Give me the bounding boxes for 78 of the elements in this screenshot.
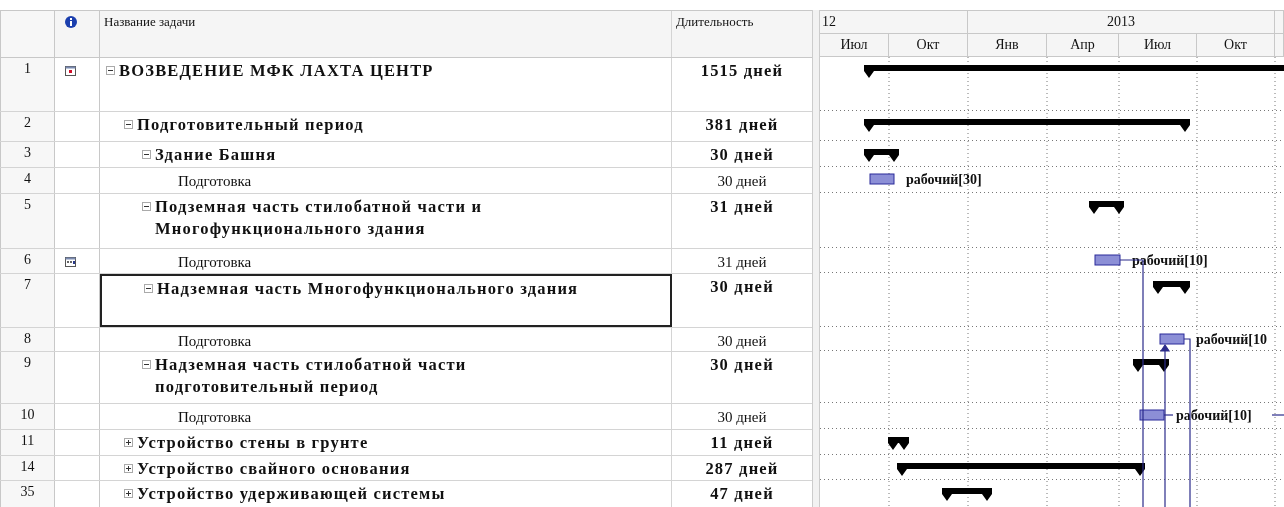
info-icon [65, 16, 77, 28]
year-label: 2013 [1107, 14, 1135, 29]
duration-value: 287 дней [705, 458, 779, 480]
row-number: 3 [24, 145, 31, 162]
year-label: 12 [821, 14, 836, 29]
duration-value: 30 дней [710, 354, 774, 376]
summary-bar[interactable] [864, 119, 1190, 132]
selected-cell[interactable]: Надземная часть Многофункционального здания [100, 274, 672, 327]
resource-label: рабочий[10 [1196, 332, 1267, 347]
task-name: Устройство удерживающей системы [137, 483, 446, 505]
row-number: 11 [20, 433, 35, 450]
summary-bar[interactable] [1153, 281, 1190, 294]
row-number: 14 [20, 459, 35, 476]
column-header[interactable]: Название задачи [104, 14, 196, 29]
resource-label: рабочий[10] [1176, 408, 1252, 423]
expand-icon[interactable] [124, 489, 133, 498]
summary-bar[interactable] [1089, 201, 1124, 214]
task-name: Здание Башня [155, 144, 277, 166]
resource-label: рабочий[10] [1132, 253, 1208, 268]
duration-value: 30 дней [717, 332, 767, 351]
task-name: Подготовка [178, 253, 252, 272]
month-label: Июл [1143, 37, 1172, 52]
task-name: Устройство свайного основания [137, 458, 411, 480]
summary-bar[interactable] [864, 65, 1284, 78]
task-name: Подготовка [178, 332, 252, 351]
summary-bar[interactable] [897, 463, 1145, 476]
duration-value: 11 дней [710, 432, 774, 454]
summary-bar[interactable] [864, 149, 899, 162]
expand-icon[interactable] [124, 438, 133, 447]
duration-value: 30 дней [710, 276, 774, 298]
collapse-icon[interactable] [142, 360, 151, 369]
task-bar[interactable] [1139, 409, 1165, 421]
duration-value: 31 дней [717, 253, 767, 272]
task-name: Подготовка [178, 172, 252, 191]
row-number: 35 [20, 484, 35, 501]
collapse-icon[interactable] [142, 150, 151, 159]
duration-value: 30 дней [710, 144, 774, 166]
row-number: 7 [24, 277, 31, 294]
window-icon [65, 66, 76, 76]
row-number: 1 [24, 61, 31, 78]
duration-value: 47 дней [710, 483, 774, 505]
duration-value: 30 дней [717, 172, 767, 191]
duration-value: 30 дней [717, 408, 767, 427]
month-label: Окт [916, 37, 940, 52]
link-line [1271, 414, 1284, 416]
row-number: 10 [20, 407, 35, 424]
duration-value: 381 дней [705, 114, 779, 136]
month-label: Июл [840, 37, 868, 52]
task-name: Устройство стены в грунте [137, 432, 369, 454]
row-number: 9 [24, 355, 31, 372]
task-name: Подготовительный период [137, 114, 364, 136]
task-name: ВОЗВЕДЕНИЕ МФК ЛАХТА ЦЕНТР [119, 60, 434, 82]
task-name: Подготовка [178, 408, 252, 427]
expand-icon[interactable] [124, 464, 133, 473]
collapse-icon[interactable] [142, 202, 151, 211]
summary-bar[interactable] [1133, 359, 1169, 372]
duration-value: 1515 дней [700, 60, 784, 82]
link-line [1163, 414, 1174, 416]
task-name: Подземная часть стилобатной части и Многофункционального здания [155, 196, 484, 240]
row-number: 6 [24, 252, 31, 269]
summary-bar[interactable] [942, 488, 992, 501]
task-name: Надземная часть стилобатной части подготовительный период [155, 354, 468, 398]
month-label: Апр [1070, 37, 1095, 52]
summary-bar[interactable] [888, 437, 909, 450]
column-header[interactable]: Длительность [676, 14, 754, 54]
row-number: 8 [24, 331, 31, 348]
collapse-icon[interactable] [144, 284, 153, 293]
collapse-icon[interactable] [106, 66, 115, 75]
duration-value: 31 дней [710, 196, 774, 218]
month-label: Окт [1224, 37, 1247, 52]
row-number: 5 [24, 197, 31, 214]
month-label: Янв [995, 37, 1019, 52]
collapse-icon[interactable] [124, 120, 133, 129]
grid-icon [65, 257, 76, 267]
row-number: 2 [24, 115, 31, 132]
resource-label: рабочий[30] [906, 172, 982, 187]
task-name: Надземная часть Многофункционального здания [157, 278, 579, 300]
row-number: 4 [24, 171, 31, 188]
